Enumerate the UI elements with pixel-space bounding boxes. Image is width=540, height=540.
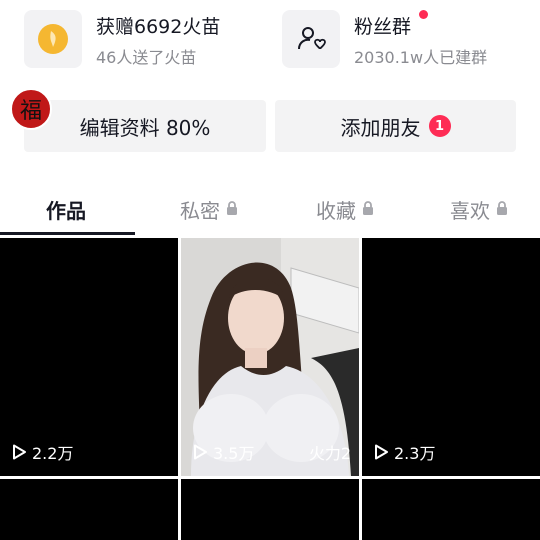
profile-tabs: 作品 私密 收藏 喜欢: [0, 186, 540, 236]
lock-icon: [496, 197, 508, 221]
tab-likes-label: 喜欢: [450, 198, 490, 223]
fan-group-subtitle: 2030.1w人已建群: [354, 48, 488, 67]
video-grid: 2.2万 3.5万 火力2 2.3万: [0, 238, 540, 540]
video-thumbnail[interactable]: 3.5万 火力2: [181, 238, 359, 476]
active-tab-indicator: [0, 232, 135, 235]
add-friends-label: 添加朋友: [340, 115, 421, 140]
play-count-value: 3.5万: [213, 444, 255, 463]
friend-request-badge: 1: [428, 115, 451, 137]
edit-profile-button[interactable]: 编辑资料 80%: [24, 100, 266, 152]
add-friends-button[interactable]: 添加朋友 1: [275, 100, 516, 152]
tab-private-label: 私密: [180, 198, 220, 223]
play-count-value: 2.3万: [394, 444, 436, 463]
tab-works-label: 作品: [46, 198, 86, 223]
lock-icon: [226, 197, 238, 221]
fire-coin-icon: [24, 10, 82, 68]
play-icon: [375, 444, 388, 460]
lock-icon: [362, 197, 374, 221]
edit-profile-label: 编辑资料 80%: [79, 115, 211, 140]
play-count: 2.3万: [372, 440, 435, 464]
play-count: 3.5万: [191, 440, 254, 464]
video-thumbnail[interactable]: [0, 479, 178, 540]
tab-likes[interactable]: 喜欢: [450, 186, 508, 232]
tab-favorites[interactable]: 收藏: [316, 186, 374, 232]
play-count-value: 2.2万: [32, 444, 74, 463]
tab-favorites-label: 收藏: [316, 198, 356, 223]
play-count: 2.2万: [10, 440, 73, 464]
fan-group-title: 粉丝群: [354, 16, 412, 38]
avatar-character: 福: [19, 99, 42, 124]
tab-works[interactable]: 作品: [46, 186, 86, 232]
play-icon: [13, 444, 26, 460]
tab-private[interactable]: 私密: [180, 186, 238, 232]
fire-gift-title: 获赠6692火苗: [96, 16, 221, 38]
user-heart-icon: [282, 10, 340, 68]
notification-dot: [419, 10, 428, 19]
video-thumbnail[interactable]: [362, 479, 540, 540]
video-thumbnail[interactable]: [181, 479, 359, 540]
avatar[interactable]: 福: [10, 88, 52, 130]
play-icon: [194, 444, 207, 460]
video-thumbnail[interactable]: 2.2万: [0, 238, 178, 476]
video-thumbnail[interactable]: 2.3万: [362, 238, 540, 476]
fire-power-label: 火力2: [308, 444, 351, 463]
fire-gift-subtitle: 46人送了火苗: [96, 48, 197, 67]
